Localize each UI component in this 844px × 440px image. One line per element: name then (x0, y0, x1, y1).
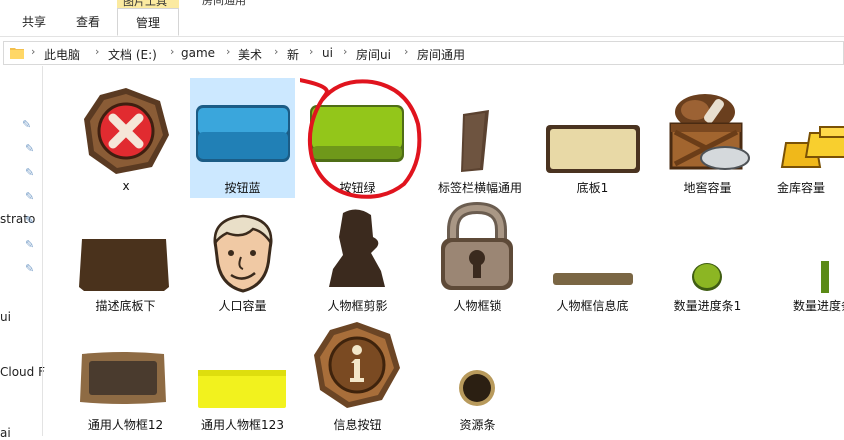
file-name: 描述底板下 (95, 299, 156, 313)
pin-icon[interactable]: ✎ (25, 214, 34, 227)
file-item-population[interactable]: 人口容量 (190, 205, 295, 317)
breadcrumb-room-ui[interactable]: 房间ui (356, 46, 391, 63)
desc-plate-thumbnail (79, 239, 169, 291)
file-name: 数量进度条1 (673, 299, 742, 313)
tab-view[interactable]: 查看 (60, 8, 116, 36)
file-item-x[interactable]: x (77, 80, 175, 198)
progress-orb-thumbnail (692, 263, 722, 291)
portrait-frame-thumbnail (80, 352, 166, 404)
file-item-info-button[interactable]: 信息按钮 (305, 318, 410, 436)
chevron-right-icon[interactable]: › (274, 45, 278, 58)
file-name: 底板1 (576, 181, 609, 195)
banner-thumbnail (461, 110, 489, 172)
file-item-vault-capacity[interactable]: 金库容量 (775, 80, 844, 198)
address-bar[interactable]: › 此电脑 › 文档 (E:) › game › 美术 › 新 › ui › 房… (3, 41, 844, 65)
lock-icon (441, 202, 513, 290)
breadcrumb-new[interactable]: 新 (287, 46, 299, 63)
file-item-portrait-lock[interactable]: 人物框锁 (425, 200, 530, 317)
tab-share[interactable]: 共享 (8, 8, 60, 36)
file-item-desc-plate-bottom[interactable]: 描述底板下 (73, 205, 178, 317)
file-name: 地窖容量 (683, 181, 732, 195)
breadcrumb-art[interactable]: 美术 (238, 46, 262, 63)
pane-splitter[interactable] (42, 66, 43, 436)
nav-item-cloud[interactable]: Cloud F (0, 365, 45, 379)
file-item-base-plate-1[interactable]: 底板1 (540, 80, 645, 198)
base-plate-thumbnail (546, 125, 640, 173)
file-name: 数量进度条 (793, 299, 844, 313)
breadcrumb-this-pc[interactable]: 此电脑 (44, 46, 80, 63)
silhouette-icon (329, 209, 385, 287)
file-name: 人物框剪影 (327, 299, 388, 313)
folder-icon (10, 48, 24, 59)
file-item-button-blue[interactable]: 按钮蓝 (190, 78, 295, 198)
chevron-right-icon[interactable]: › (309, 45, 313, 58)
file-item-portrait-info-base[interactable]: 人物框信息底 (540, 205, 645, 317)
window-title-fragment: 房间通用 (202, 0, 246, 7)
navigation-pane[interactable]: ✎ ✎ ✎ ✎ strato ✎ ✎ ✎ ui Cloud F ai (0, 66, 45, 440)
resource-orb-thumbnail (459, 370, 495, 406)
ribbon: 图片工具 房间通用 共享 查看 管理 (0, 0, 844, 37)
breadcrumb-room-common[interactable]: 房间通用 (417, 46, 465, 63)
file-name: 金库容量 (777, 181, 826, 195)
file-item-resource-bar[interactable]: 资源条 (425, 320, 530, 436)
file-name: 通用人物框12 (87, 418, 164, 432)
file-name: 人物框信息底 (556, 299, 629, 313)
info-icon (314, 322, 400, 408)
file-name: 人物框锁 (453, 299, 502, 313)
pin-icon[interactable]: ✎ (25, 142, 34, 155)
file-name: 标签栏横幅通用 (437, 181, 522, 195)
cellar-crate-icon (669, 94, 750, 170)
progress-bar-thumbnail (821, 261, 829, 293)
picture-tools-context-header: 图片工具 (117, 0, 179, 8)
nav-item-ai[interactable]: ai (0, 426, 11, 440)
file-name: 信息按钮 (333, 418, 382, 432)
chevron-right-icon[interactable]: › (404, 45, 408, 58)
nav-item-ui[interactable]: ui (0, 310, 11, 324)
file-item-tab-banner[interactable]: 标签栏横幅通用 (425, 80, 535, 198)
pin-icon[interactable]: ✎ (25, 190, 34, 203)
file-name: 资源条 (459, 418, 496, 432)
gold-bars-icon (780, 126, 844, 168)
breadcrumb-game[interactable]: game (181, 46, 215, 60)
pin-icon[interactable]: ✎ (25, 262, 34, 275)
yellow-frame-thumbnail (198, 370, 286, 408)
chevron-right-icon[interactable]: › (170, 45, 174, 58)
pin-icon[interactable]: ✎ (25, 166, 34, 179)
info-base-thumbnail (553, 273, 633, 285)
chevron-right-icon[interactable]: › (31, 45, 35, 58)
file-item-portrait-frame-12[interactable]: 通用人物框12 (73, 320, 178, 436)
file-item-count-progress[interactable]: 数量进度条 (775, 205, 844, 317)
chevron-right-icon[interactable]: › (226, 45, 230, 58)
file-name: 按钮蓝 (224, 181, 261, 195)
file-item-portrait-silhouette[interactable]: 人物框剪影 (305, 205, 410, 317)
face-avatar-icon (213, 214, 273, 293)
pin-icon[interactable]: ✎ (22, 118, 31, 131)
chevron-right-icon[interactable]: › (95, 45, 99, 58)
pin-icon[interactable]: ✎ (25, 238, 34, 251)
file-name: 人口容量 (218, 299, 267, 313)
file-item-count-progress-1[interactable]: 数量进度条1 (655, 205, 760, 317)
blue-button-thumbnail (196, 105, 290, 162)
breadcrumb-ui[interactable]: ui (322, 46, 333, 60)
file-item-cellar-capacity[interactable]: 地窖容量 (655, 80, 760, 198)
close-x-icon (84, 88, 169, 174)
file-item-portrait-frame-123[interactable]: 通用人物框123 (190, 320, 295, 436)
file-name: x (122, 179, 130, 193)
tab-manage[interactable]: 管理 (117, 8, 179, 36)
chevron-right-icon[interactable]: › (343, 45, 347, 58)
file-name: 通用人物框123 (201, 418, 284, 432)
annotation-circle (300, 78, 422, 199)
breadcrumb-drive-e[interactable]: 文档 (E:) (108, 46, 157, 63)
